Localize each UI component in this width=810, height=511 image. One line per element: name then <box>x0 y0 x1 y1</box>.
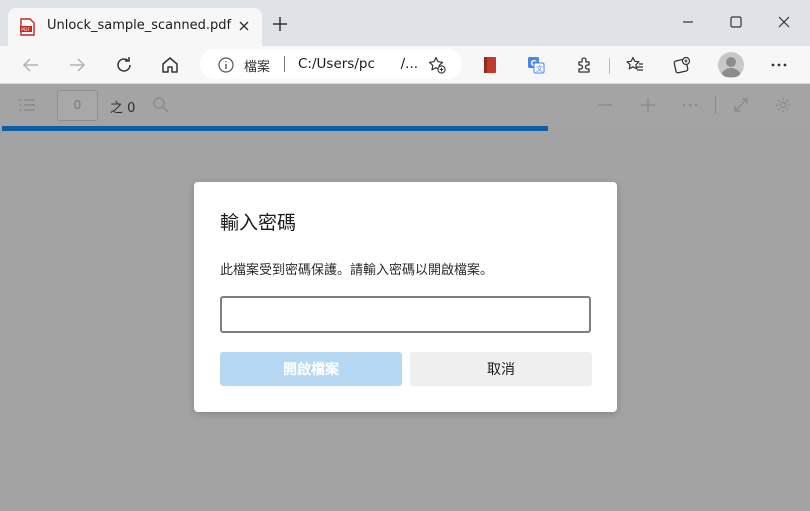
dialog-message: 此檔案受到密碼保護。請輸入密碼以開啟檔案。 <box>220 263 494 278</box>
plus-icon[interactable] <box>270 14 290 34</box>
tab-title: Unlock_sample_scanned.pdf <box>47 18 232 33</box>
zoom-in-icon[interactable] <box>639 96 657 114</box>
add-favorite-icon[interactable] <box>428 56 446 74</box>
dialog-title: 輸入密碼 <box>220 212 297 234</box>
translate-icon[interactable]: G 文 <box>527 56 545 74</box>
maximize-icon[interactable] <box>726 12 746 32</box>
close-window-icon[interactable] <box>774 12 794 32</box>
loading-progress-bar <box>2 126 548 131</box>
open-file-button[interactable]: 開啟檔案 <box>220 352 402 386</box>
site-label: 檔案 <box>244 60 271 75</box>
profile-icon <box>721 57 741 77</box>
more-icon[interactable] <box>770 56 788 74</box>
outline-icon[interactable] <box>18 96 36 114</box>
page-number-input[interactable]: 0 <box>57 90 98 121</box>
forward-icon[interactable] <box>66 54 88 76</box>
pdf-file-icon: PDF <box>20 18 35 36</box>
extensions-icon[interactable] <box>575 56 593 74</box>
cancel-button[interactable]: 取消 <box>410 352 592 386</box>
url-text[interactable]: C:/Users/pc /... <box>298 56 418 72</box>
book-extension-icon[interactable] <box>481 56 499 74</box>
settings-icon[interactable] <box>774 96 792 114</box>
password-dialog: 輸入密碼 此檔案受到密碼保護。請輸入密碼以開啟檔案。 開啟檔案 取消 <box>194 182 617 412</box>
page-total: 之 0 <box>110 101 136 116</box>
title-bar: PDF Unlock_sample_scanned.pdf <box>0 0 810 46</box>
profile-avatar[interactable] <box>718 52 744 78</box>
favorites-icon[interactable] <box>626 56 644 74</box>
minimize-icon[interactable] <box>678 12 698 32</box>
pdf-toolbar-divider <box>715 96 716 114</box>
close-icon[interactable] <box>236 18 252 34</box>
info-icon[interactable] <box>218 57 234 73</box>
collections-icon[interactable] <box>673 56 691 74</box>
address-bar: 檔案 C:/Users/pc /... G 文 <box>0 46 810 84</box>
svg-text:文: 文 <box>536 64 543 73</box>
omnibox[interactable]: 檔案 C:/Users/pc /... <box>200 49 462 79</box>
omnibox-divider <box>284 56 285 72</box>
pdf-toolbar: 0 之 0 <box>0 85 810 125</box>
back-icon[interactable] <box>20 54 42 76</box>
fit-page-icon[interactable] <box>732 96 750 114</box>
toolbar-divider <box>609 58 610 74</box>
search-icon[interactable] <box>152 96 170 114</box>
more-options-icon[interactable] <box>681 96 699 114</box>
home-icon[interactable] <box>159 54 181 76</box>
password-input[interactable] <box>220 296 591 333</box>
active-tab[interactable]: PDF Unlock_sample_scanned.pdf <box>8 8 262 46</box>
refresh-icon[interactable] <box>113 54 135 76</box>
zoom-out-icon[interactable] <box>596 96 614 114</box>
svg-text:PDF: PDF <box>21 27 30 33</box>
